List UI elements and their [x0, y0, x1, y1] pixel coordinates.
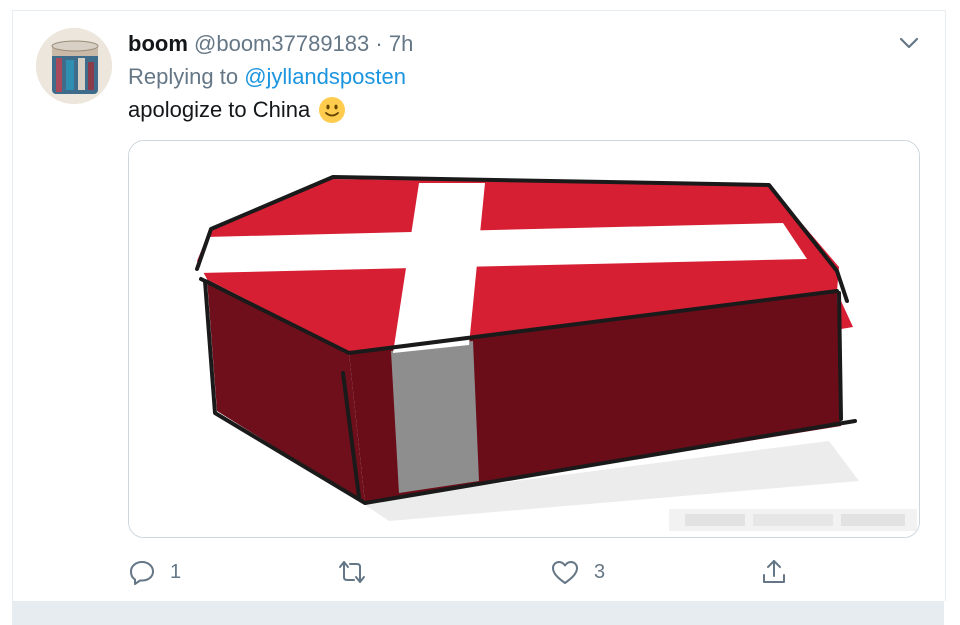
tweet-actions: 1 3 — [128, 556, 928, 588]
separator-dot: · — [375, 31, 383, 56]
like-button[interactable]: 3 — [550, 556, 605, 588]
share-button[interactable] — [760, 556, 788, 588]
avatar-image — [36, 28, 112, 104]
timestamp[interactable]: 7h — [389, 31, 413, 56]
tweet-body: apologize to China — [128, 97, 311, 122]
smiley-emoji-icon — [319, 97, 346, 123]
replying-prefix: Replying to — [128, 64, 239, 89]
like-count: 3 — [594, 560, 606, 583]
danish-flag-coffin-image — [129, 141, 919, 537]
display-name[interactable]: boom — [128, 31, 188, 56]
tweet-header: boom @boom37789183 · 7h — [128, 30, 413, 58]
timeline-separator — [12, 601, 944, 625]
retweet-button[interactable] — [336, 556, 382, 588]
retweet-icon — [339, 561, 365, 583]
reply-icon — [130, 561, 154, 585]
avatar[interactable] — [36, 28, 112, 104]
tweet-text: apologize to China — [128, 96, 346, 124]
more-options-button[interactable] — [896, 32, 922, 54]
replying-to-link[interactable]: @jyllandsposten — [244, 64, 406, 89]
user-handle[interactable]: @boom37789183 — [194, 31, 369, 56]
tweet-image[interactable] — [128, 140, 920, 538]
reply-button[interactable]: 1 — [128, 556, 181, 588]
heart-icon — [552, 561, 578, 584]
share-icon — [763, 560, 785, 583]
replying-to: Replying to @jyllandsposten — [128, 63, 406, 91]
chevron-down-icon — [899, 37, 919, 49]
reply-count: 1 — [170, 560, 182, 583]
